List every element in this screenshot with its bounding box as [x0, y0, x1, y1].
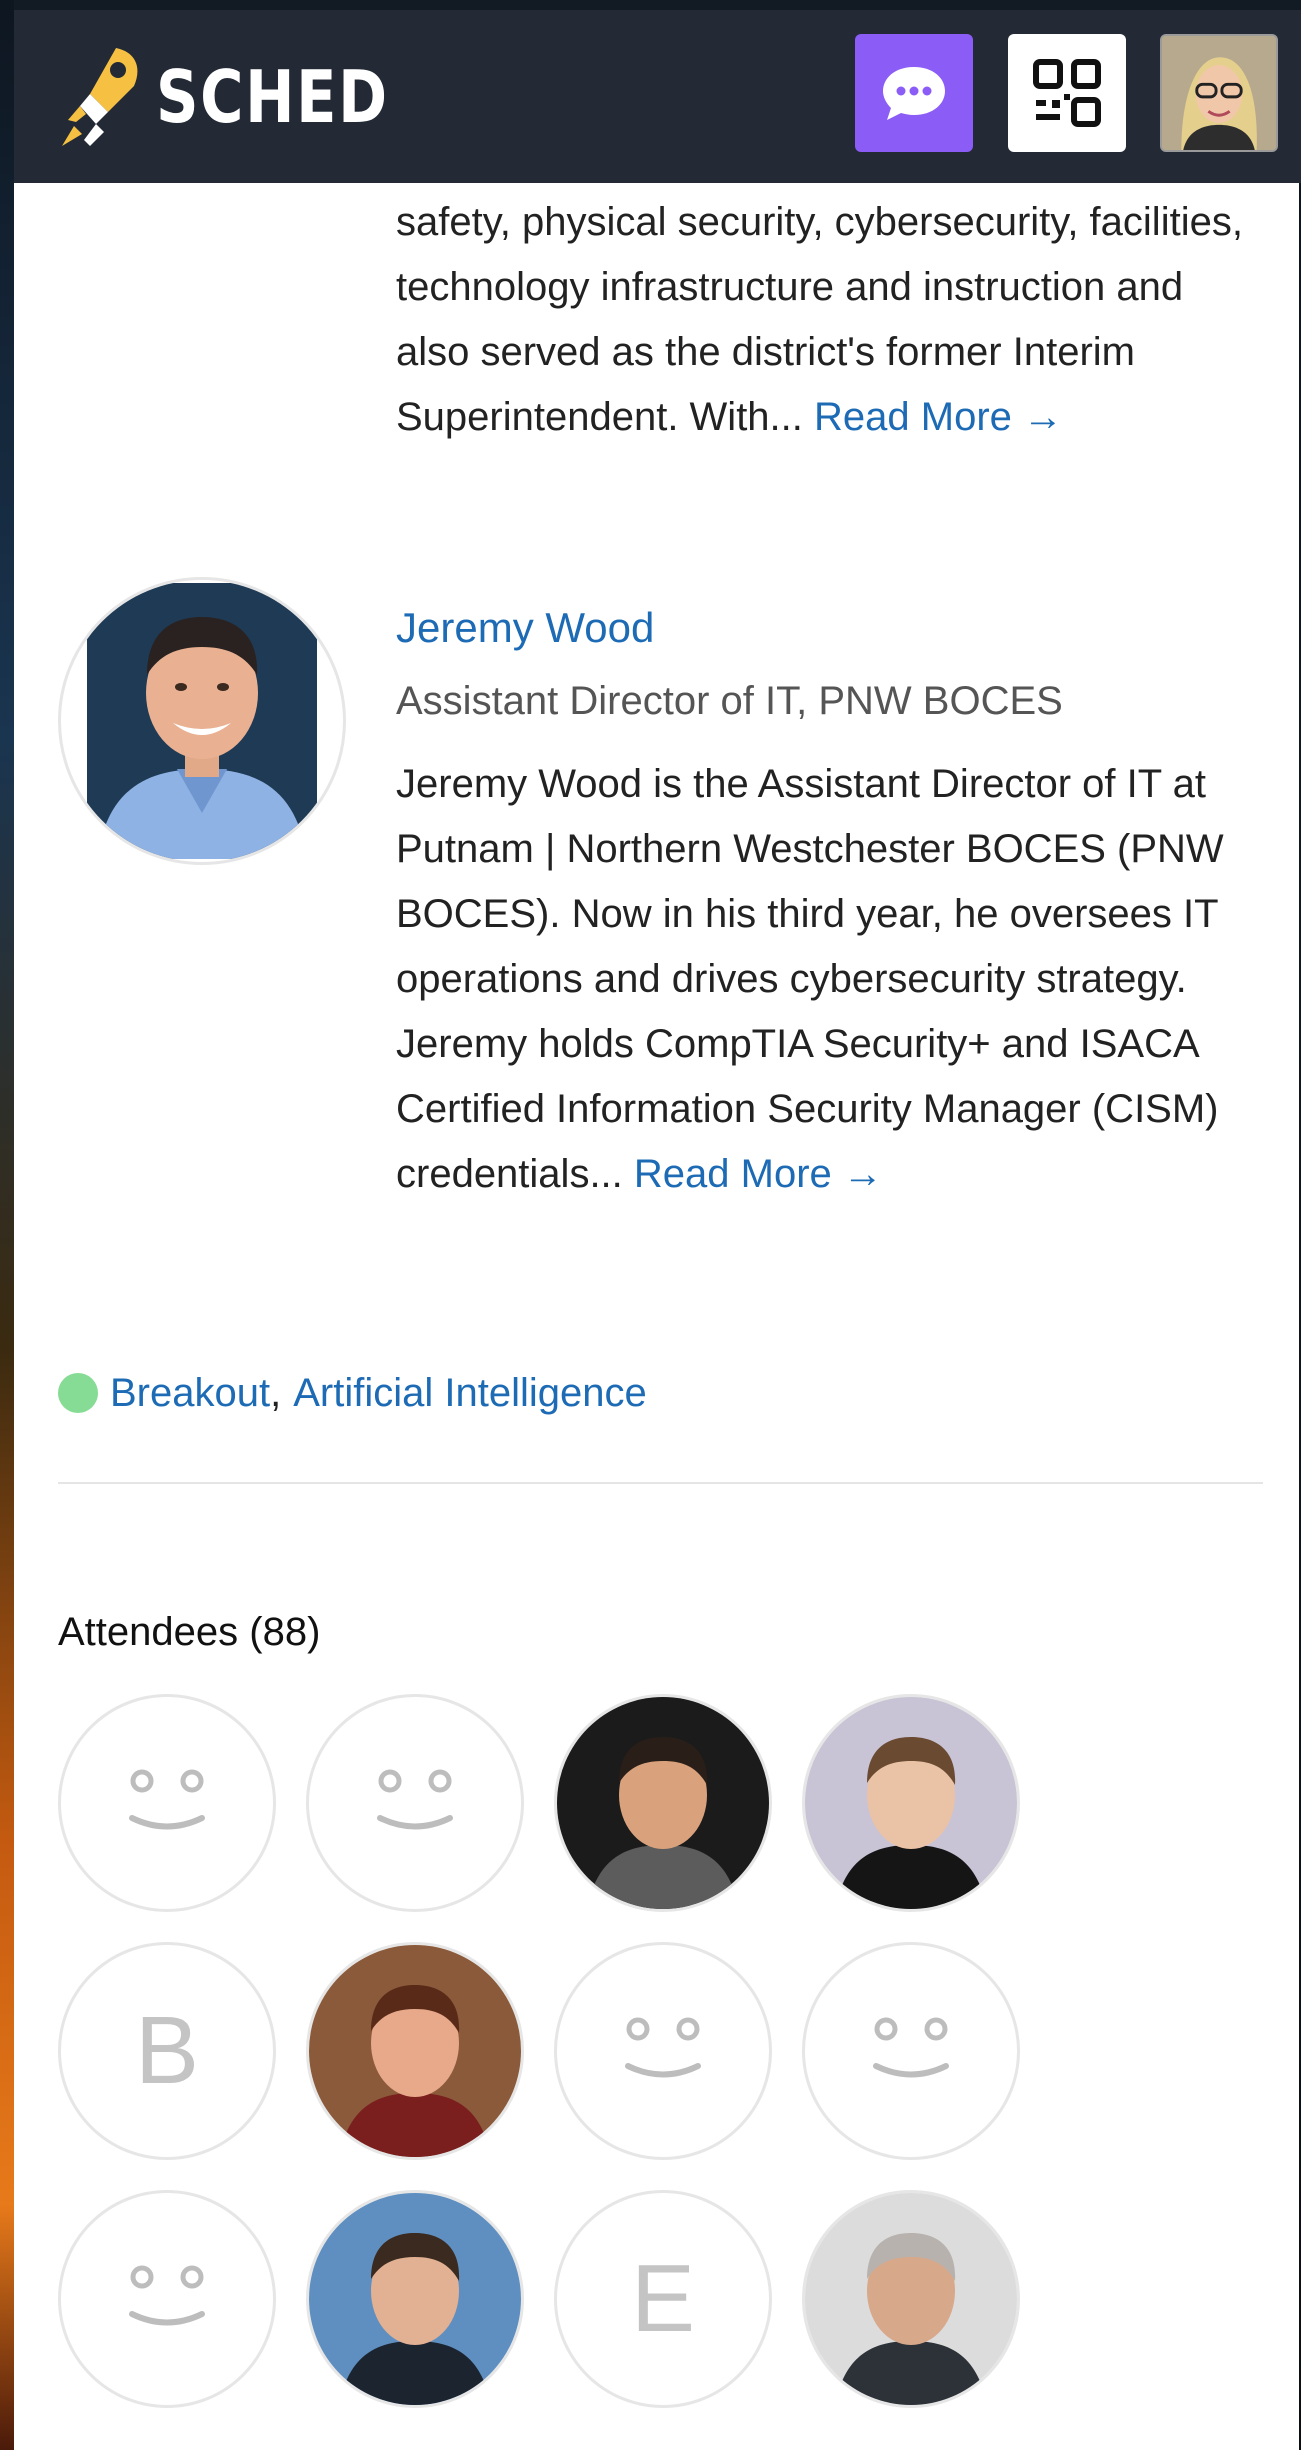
attendee-avatar-placeholder[interactable] — [306, 1694, 524, 1912]
logo-text: SCHED — [156, 55, 389, 139]
tag-breakout[interactable]: Breakout — [110, 1365, 270, 1421]
speaker-bio: Jeremy Wood is the Assistant Director of… — [396, 752, 1276, 1207]
attendee-portrait — [309, 2193, 521, 2405]
read-more-link[interactable]: Read More → — [814, 395, 1063, 439]
smiley-face-icon — [873, 2017, 949, 2078]
attendee-avatar-placeholder[interactable] — [802, 1942, 1020, 2160]
sched-logo[interactable]: SCHED — [56, 42, 440, 152]
user-avatar-button[interactable] — [1160, 34, 1278, 152]
user-avatar — [1162, 36, 1276, 150]
tag-color-dot — [58, 1373, 98, 1413]
attendee-portrait — [805, 1697, 1017, 1909]
attendee-avatar-initial[interactable]: B — [58, 1942, 276, 2160]
attendee-avatar-placeholder[interactable] — [554, 1942, 772, 2160]
attendee-initial: E — [630, 2245, 696, 2352]
attendee-avatar-photo[interactable] — [306, 2190, 524, 2408]
top-navigation-bar: SCHED — [14, 0, 1301, 183]
tag-artificial-intelligence[interactable]: Artificial Intelligence — [293, 1365, 647, 1421]
tag-separator: , — [270, 1371, 282, 1415]
attendee-avatar-placeholder[interactable] — [58, 2190, 276, 2408]
smiley-face-icon — [129, 2265, 205, 2326]
smiley-face-icon — [377, 1769, 453, 1830]
attendee-avatar-photo[interactable] — [554, 1694, 772, 1912]
speaker-read-more-link[interactable]: Read More → — [634, 1152, 883, 1196]
rocket-icon — [62, 48, 138, 146]
chat-bubble-icon — [883, 67, 945, 120]
speaker-role: Assistant Director of IT, PNW BOCES — [396, 679, 1063, 723]
speaker-name-link[interactable]: Jeremy Wood — [396, 600, 654, 656]
smiley-face-icon — [625, 2017, 701, 2078]
attendee-avatar-photo[interactable] — [306, 1942, 524, 2160]
section-divider — [58, 1482, 1263, 1484]
attendee-avatar-placeholder[interactable] — [58, 1694, 276, 1912]
chat-button[interactable] — [855, 34, 973, 152]
attendee-avatar-photo[interactable] — [802, 2190, 1020, 2408]
speaker-photo[interactable] — [58, 577, 346, 865]
attendee-avatar-initial[interactable]: E — [554, 2190, 772, 2408]
attendee-portrait — [309, 1945, 521, 2157]
attendee-portrait — [557, 1697, 769, 1909]
qr-code-button[interactable] — [1008, 34, 1126, 152]
smiley-face-icon — [129, 1769, 205, 1830]
session-tags: Breakout , Artificial Intelligence — [58, 1365, 647, 1421]
speaker-portrait — [87, 583, 317, 859]
attendee-initial: B — [134, 1997, 200, 2104]
attendee-avatar-photo[interactable] — [802, 1694, 1020, 1912]
speaker-bio-text: Jeremy Wood is the Assistant Director of… — [396, 762, 1224, 1196]
qr-code-icon — [1033, 59, 1101, 127]
previous-speaker-bio: safety, physical security, cybersecurity… — [396, 190, 1266, 450]
attendee-portrait — [805, 2193, 1017, 2405]
attendees-heading: Attendees (88) — [58, 1610, 321, 1654]
